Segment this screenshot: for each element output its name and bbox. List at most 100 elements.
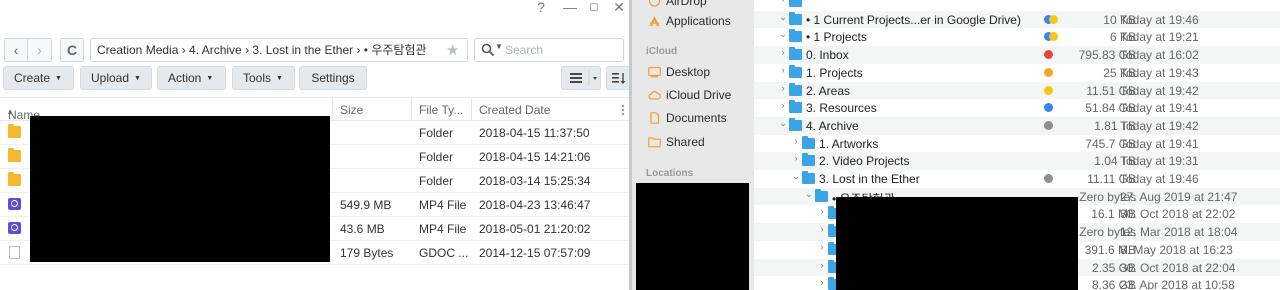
- disclosure-collapsed-icon[interactable]: ›: [778, 0, 788, 4]
- finder-row[interactable]: › 3. Resources 51.84 GB Today at 19:41: [754, 99, 1280, 117]
- search-icon: [481, 43, 495, 57]
- folder-icon: [789, 47, 802, 61]
- disclosure-expanded-icon[interactable]: ⌄: [804, 189, 814, 200]
- disclosure-collapsed-icon[interactable]: ›: [778, 47, 788, 57]
- finder-row[interactable]: › 2. Video Projects 1.04 TB Today at 19:31: [754, 152, 1280, 170]
- caret-down-icon: ▼: [55, 75, 62, 82]
- finder-item-date: 12. Mar 2018 at 18:04: [1120, 225, 1238, 240]
- finder-item-date: 30. Oct 2018 at 22:02: [1120, 207, 1236, 222]
- disclosure-expanded-icon[interactable]: ⌄: [778, 29, 788, 40]
- folder-icon: [802, 135, 815, 149]
- column-header-name[interactable]: Name ▴: [8, 103, 40, 122]
- sidebar-item-label: Applications: [666, 14, 731, 28]
- finder-item-name: 3. Resources: [806, 101, 877, 116]
- upload-button-label: Upload: [91, 71, 130, 85]
- column-header-type[interactable]: File Ty...: [419, 103, 463, 117]
- disclosure-collapsed-icon[interactable]: ›: [791, 136, 801, 146]
- window-titlebar: ? — ◻ ✕: [0, 0, 629, 34]
- finder-row[interactable]: › 1. Artworks 745.7 GB Today at 19:41: [754, 135, 1280, 153]
- view-mode-button[interactable]: [561, 66, 601, 90]
- finder-item-name: 3. Lost in the Ether: [819, 172, 920, 186]
- desktop-icon: [648, 66, 661, 78]
- caret-down-icon: ▼: [276, 75, 283, 82]
- navigation-bar: ‹ › C Creation Media › 4. Archive › 3. L…: [0, 38, 629, 62]
- search-box[interactable]: ▼: [474, 38, 624, 62]
- finder-item-date: 8. May 2018 at 16:23: [1120, 242, 1233, 257]
- folder-icon: [8, 172, 21, 186]
- finder-item-date: Today at 19:21: [1120, 30, 1199, 45]
- disclosure-collapsed-icon[interactable]: ›: [817, 224, 827, 234]
- close-button[interactable]: ✕: [609, 0, 629, 16]
- disclosure-expanded-icon[interactable]: ⌄: [791, 171, 801, 182]
- sort-button[interactable]: [606, 66, 629, 90]
- caret-down-icon: ▼: [206, 75, 214, 82]
- column-menu-icon[interactable]: [622, 105, 624, 115]
- settings-button[interactable]: Settings: [299, 66, 367, 90]
- sidebar-item-label: iCloud Drive: [666, 88, 732, 102]
- finder-item-date: Today at 16:02: [1120, 48, 1199, 63]
- disclosure-expanded-icon[interactable]: ⌄: [778, 12, 788, 23]
- search-input[interactable]: [505, 41, 617, 59]
- doc-icon: [9, 246, 20, 259]
- finder-row[interactable]: ⌄ • 1 Current Projects...er in Google Dri…: [754, 10, 1280, 29]
- finder-item-date: Today at 19:46: [1120, 172, 1199, 186]
- finder-row[interactable]: ⌄ 4. Archive 1.81 TB Today at 19:42: [754, 116, 1280, 135]
- finder-row[interactable]: › 2. Areas 11.51 GB Today at 19:42: [754, 81, 1280, 100]
- disclosure-collapsed-icon[interactable]: ›: [817, 260, 827, 270]
- disclosure-collapsed-icon[interactable]: ›: [778, 100, 788, 110]
- applications-icon: [649, 16, 660, 26]
- help-button[interactable]: ?: [531, 0, 551, 16]
- finder-item-date: 27. Aug 2019 at 21:47: [1120, 189, 1238, 204]
- finder-row[interactable]: ›: [754, 0, 1280, 11]
- column-header-created[interactable]: Created Date: [479, 103, 550, 117]
- refresh-button[interactable]: C: [60, 38, 84, 62]
- favorite-star-icon[interactable]: ★: [446, 41, 459, 59]
- column-header-size[interactable]: Size: [340, 103, 363, 117]
- column-divider[interactable]: [471, 98, 472, 120]
- finder-item-name: 2. Video Projects: [819, 154, 910, 169]
- minimize-button[interactable]: —: [560, 0, 580, 16]
- finder-item-date: 23. Apr 2018 at 10:58: [1120, 278, 1235, 290]
- disclosure-collapsed-icon[interactable]: ›: [791, 153, 801, 163]
- disclosure-collapsed-icon[interactable]: ›: [817, 277, 827, 287]
- finder-item-date: Today at 19:46: [1120, 12, 1199, 27]
- search-options-caret-icon[interactable]: ▼: [495, 42, 503, 51]
- toolbar: Create ▼ Upload ▼ Action ▼ Tools ▼ Settings: [0, 66, 629, 90]
- disclosure-expanded-icon[interactable]: ⌄: [778, 118, 788, 129]
- color-tag-icon: [1044, 67, 1053, 77]
- finder-row[interactable]: ⌄ • 1 Projects 6 KB Today at 19:21: [754, 28, 1280, 46]
- create-button[interactable]: Create ▼: [3, 66, 74, 90]
- finder-item-date: Today at 19:41: [1120, 136, 1199, 151]
- folder-icon: [815, 188, 828, 202]
- tools-button[interactable]: Tools ▼: [232, 66, 295, 90]
- back-button[interactable]: ‹: [4, 38, 28, 62]
- finder-row[interactable]: ⌄ 3. Lost in the Ether 11.11 GB Today at 19…: [754, 170, 1280, 188]
- maximize-button[interactable]: ◻: [584, 0, 604, 16]
- forward-button[interactable]: ›: [28, 38, 52, 62]
- create-button-label: Create: [14, 71, 51, 85]
- disclosure-collapsed-icon[interactable]: ›: [817, 242, 827, 252]
- finder-row[interactable]: › 1. Projects 25 KB Today at 19:43: [754, 64, 1280, 82]
- finder-item-name: • 1 Current Projects...er in Google Driv…: [806, 12, 1021, 27]
- color-tag-icon: [1044, 174, 1053, 183]
- column-divider[interactable]: [332, 98, 333, 120]
- upload-button[interactable]: Upload ▼: [80, 66, 152, 90]
- action-button[interactable]: Action ▼: [157, 66, 226, 90]
- folder-icon: [789, 0, 802, 7]
- finder-row[interactable]: › 0. Inbox 795.83 GB Today at 16:02: [754, 46, 1280, 64]
- folder-icon: [789, 29, 802, 43]
- disclosure-collapsed-icon[interactable]: ›: [778, 65, 788, 75]
- sidebar-item-label: Documents: [666, 111, 727, 125]
- disclosure-collapsed-icon[interactable]: ›: [778, 83, 788, 93]
- cell-type: MP4 File: [419, 222, 467, 236]
- disclosure-collapsed-icon[interactable]: ›: [817, 206, 827, 216]
- action-button-label: Action: [168, 71, 202, 85]
- cell-created: 2014-12-15 07:57:09: [479, 246, 591, 260]
- finder-item-name: 2. Areas: [806, 83, 851, 98]
- folder-icon: [789, 117, 802, 131]
- document-icon: [650, 112, 660, 124]
- cell-type: MP4 File: [419, 198, 467, 212]
- breadcrumb[interactable]: Creation Media › 4. Archive › 3. Lost in…: [90, 38, 468, 62]
- column-divider[interactable]: [411, 98, 412, 120]
- color-tag-icon: [1049, 14, 1058, 24]
